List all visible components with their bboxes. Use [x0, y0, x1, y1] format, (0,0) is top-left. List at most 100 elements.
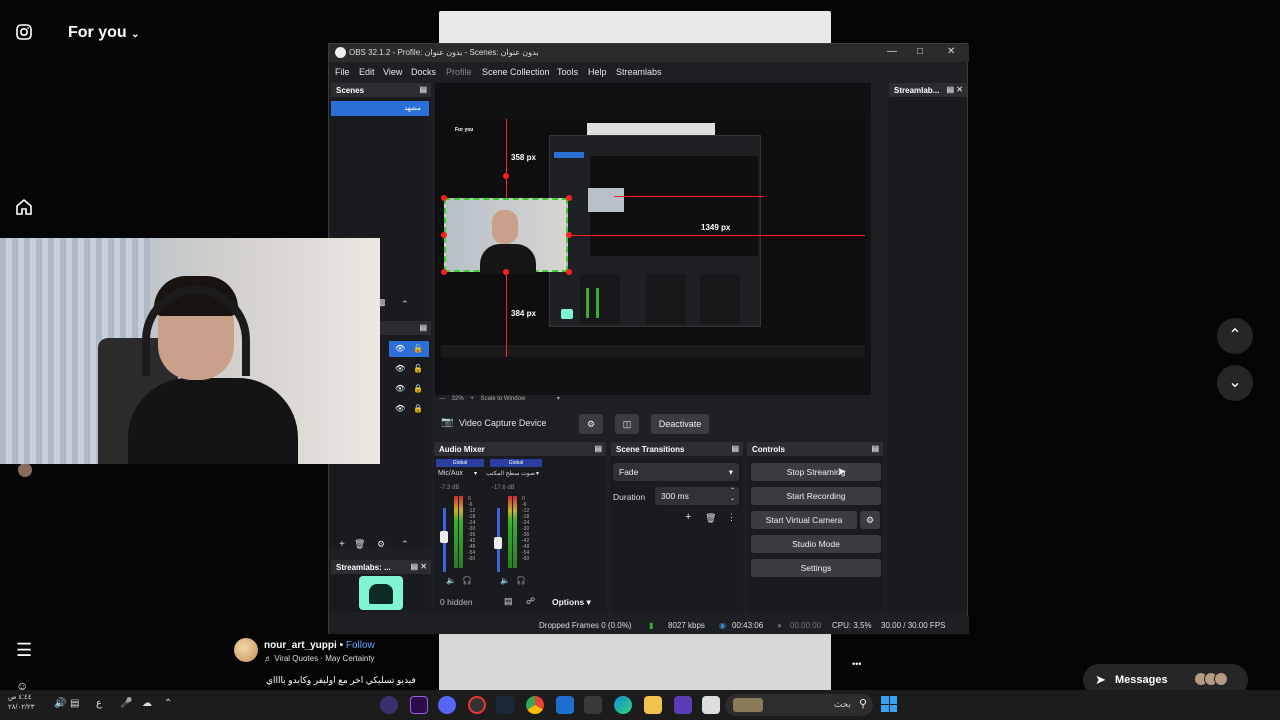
trash-icon[interactable]: 🗑: [705, 513, 716, 524]
lock-icon[interactable]: 🔓: [413, 364, 423, 373]
resize-handle[interactable]: [503, 269, 509, 275]
gear-icon[interactable]: ⚙: [377, 539, 385, 550]
chrome-icon[interactable]: [526, 696, 544, 714]
headphones-icon[interactable]: 🎧: [462, 576, 472, 585]
resize-handle[interactable]: [441, 232, 447, 238]
streamlabs-logo[interactable]: [359, 576, 403, 610]
edge-icon[interactable]: [614, 696, 632, 714]
close-icon[interactable]: ✕: [947, 46, 955, 57]
link-icon[interactable]: ☍: [526, 596, 535, 607]
undock-icon[interactable]: ▤: [594, 444, 602, 453]
menu-streamlabs[interactable]: Streamlabs: [616, 67, 662, 77]
close-icon[interactable]: ▤ ✕: [947, 85, 963, 94]
more-options-icon[interactable]: •••: [852, 654, 861, 674]
author-avatar[interactable]: [234, 638, 258, 662]
menu-profile[interactable]: Profile: [446, 67, 472, 77]
discord-icon[interactable]: [438, 696, 456, 714]
window-icon[interactable]: [702, 696, 720, 714]
undock-icon[interactable]: ▤: [871, 444, 879, 453]
eye-icon[interactable]: 👁: [395, 404, 405, 413]
add-icon[interactable]: +: [685, 511, 691, 523]
microphone-icon[interactable]: 🎤: [120, 698, 132, 709]
studio-mode-button[interactable]: Studio Mode: [751, 535, 881, 553]
zoom-in-icon[interactable]: +: [470, 396, 474, 402]
undock-icon[interactable]: ▤: [419, 85, 427, 94]
close-icon[interactable]: ▤ ✕: [411, 562, 427, 571]
scale-mode[interactable]: Scale to Window: [481, 396, 526, 402]
preview-canvas[interactable]: For you 358 px 1349 px 384 px: [441, 119, 865, 357]
home-icon[interactable]: [15, 198, 33, 220]
resize-handle[interactable]: [566, 269, 572, 275]
start-button[interactable]: [881, 696, 897, 712]
channel-name[interactable]: Mic/Aux: [438, 470, 463, 477]
add-icon[interactable]: +: [339, 539, 345, 550]
maximize-icon[interactable]: □: [917, 46, 923, 57]
minimize-icon[interactable]: —: [887, 46, 897, 57]
resize-handle[interactable]: [566, 232, 572, 238]
undock-icon[interactable]: ▤: [731, 444, 739, 453]
selected-source-webcam[interactable]: [444, 198, 568, 274]
channel-name[interactable]: صوت سطح المكتب: [486, 470, 535, 477]
author-name[interactable]: nour_art_yuppi: [264, 640, 337, 651]
menu-help[interactable]: Help: [588, 67, 607, 77]
language-indicator[interactable]: ع: [96, 698, 102, 709]
speaker-icon[interactable]: 🔈: [446, 576, 456, 585]
follow-button[interactable]: Follow: [346, 640, 375, 651]
layout-icon[interactable]: ▤: [504, 596, 513, 607]
menu-icon[interactable]: ☰: [16, 640, 32, 660]
mail-icon[interactable]: [556, 696, 574, 714]
duration-input[interactable]: 300 ms ⌃ ⌄: [655, 487, 739, 505]
scene-item[interactable]: مشهد: [331, 101, 429, 116]
profile-avatar[interactable]: [18, 463, 32, 477]
folder-icon[interactable]: [644, 696, 662, 714]
resize-handle[interactable]: [441, 269, 447, 275]
speaker-icon[interactable]: 🔊: [54, 698, 66, 709]
virtual-camera-settings-button[interactable]: ⚙: [860, 511, 880, 529]
start-virtual-camera-button[interactable]: Start Virtual Camera: [751, 511, 857, 529]
resize-handle[interactable]: [441, 195, 447, 201]
properties-button[interactable]: ⚙: [579, 414, 603, 434]
deactivate-button[interactable]: Deactivate: [651, 414, 709, 434]
store-icon[interactable]: [584, 696, 602, 714]
menu-scene-collection[interactable]: Scene Collection: [482, 67, 550, 77]
chevron-up-icon[interactable]: ⌃: [164, 698, 172, 709]
undock-icon[interactable]: ▤: [419, 323, 427, 332]
volume-fader[interactable]: [440, 530, 448, 543]
next-reel-button[interactable]: ⌄: [1217, 365, 1253, 401]
options-button[interactable]: Options ▾: [552, 597, 591, 608]
transition-select[interactable]: Fade ▾: [613, 463, 739, 481]
trash-icon[interactable]: 🗑: [354, 539, 365, 550]
network-icon[interactable]: ▤: [70, 698, 79, 709]
eye-icon[interactable]: 👁: [395, 384, 405, 393]
chevron-up-icon[interactable]: ⌃: [401, 299, 409, 310]
steam-icon[interactable]: [496, 696, 514, 714]
chevron-down-icon[interactable]: ▾: [474, 470, 477, 477]
lock-icon[interactable]: 🔒: [413, 404, 423, 413]
eye-icon[interactable]: 👁: [395, 344, 405, 353]
instagram-icon[interactable]: [16, 24, 32, 44]
system-clock[interactable]: ٤:٤٤ ص ٢٨/٠٢/٢٣: [8, 693, 34, 713]
menu-tools[interactable]: Tools: [557, 67, 578, 77]
previous-reel-button[interactable]: ⌃: [1217, 318, 1253, 354]
stop-streaming-button[interactable]: Stop Streaming: [751, 463, 881, 481]
davinci-icon[interactable]: [468, 696, 486, 714]
more-icon[interactable]: ⋮: [727, 512, 736, 523]
lock-icon[interactable]: 🔓: [413, 344, 423, 353]
taskbar-search[interactable]: بحث ⚲: [725, 694, 873, 716]
settings-button[interactable]: Settings: [751, 559, 881, 577]
premiere-icon[interactable]: [410, 696, 428, 714]
guide-handle[interactable]: [503, 173, 509, 179]
eye-icon[interactable]: 👁: [395, 364, 405, 373]
menu-edit[interactable]: Edit: [359, 67, 375, 77]
menu-view[interactable]: View: [383, 67, 402, 77]
zoom-out-icon[interactable]: —: [439, 396, 445, 402]
obs-taskbar-icon[interactable]: [380, 696, 398, 714]
chevron-down-icon[interactable]: ▾: [536, 470, 539, 477]
cloud-icon[interactable]: ☁: [142, 698, 152, 709]
app-icon[interactable]: [674, 696, 692, 714]
menu-file[interactable]: File: [335, 67, 350, 77]
headphones-icon[interactable]: 🎧: [516, 576, 526, 585]
lock-icon[interactable]: 🔒: [413, 384, 423, 393]
start-recording-button[interactable]: Start Recording: [751, 487, 881, 505]
filters-button[interactable]: ◫: [615, 414, 639, 434]
